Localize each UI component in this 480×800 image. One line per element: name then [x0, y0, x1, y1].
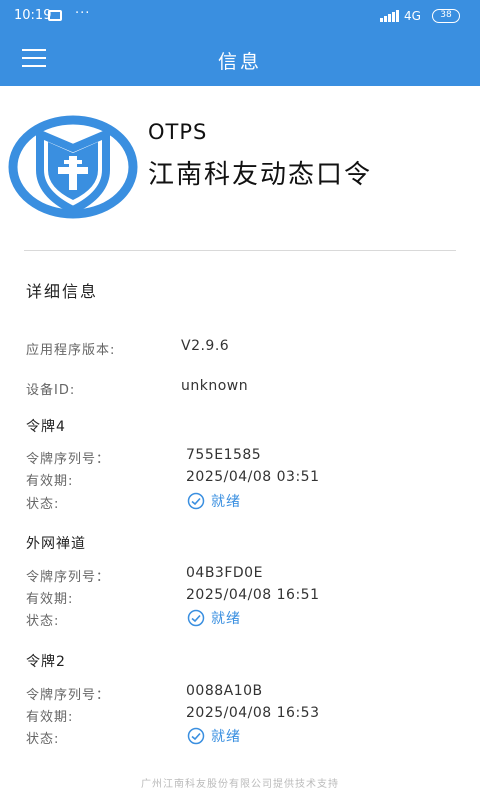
battery-icon: 38	[432, 9, 460, 23]
app-name: OTPS	[148, 120, 208, 144]
token-status-label: 状态:	[26, 497, 60, 512]
status-bar: 10:19 ··· 4G 38	[0, 0, 480, 34]
page-title: 信息	[217, 51, 262, 73]
check-circle-icon	[187, 727, 205, 745]
token-status: 就绪	[187, 726, 241, 746]
token-expiry-label: 有效期:	[26, 474, 74, 489]
token-status-value: 就绪	[211, 611, 241, 627]
app-subtitle: 江南科友动态口令	[148, 160, 373, 190]
check-circle-icon	[187, 609, 205, 627]
token-serial-value: 04B3FD0E	[186, 565, 263, 581]
token-expiry-value: 2025/04/08 16:51	[186, 587, 320, 603]
token-serial-label: 令牌序列号：	[26, 452, 111, 467]
token-name: 令牌4	[26, 419, 66, 435]
message-icon	[48, 10, 62, 21]
token-status-value: 就绪	[211, 494, 241, 510]
token-name: 令牌2	[26, 654, 66, 670]
token-serial-value: 0088A10B	[186, 683, 263, 699]
token-status: 就绪	[187, 491, 241, 511]
device-id-value: unknown	[181, 378, 249, 394]
status-dots: ···	[75, 6, 91, 21]
token-expiry-label: 有效期:	[26, 592, 74, 607]
token-status: 就绪	[187, 608, 241, 628]
token-expiry-value: 2025/04/08 03:51	[186, 469, 320, 485]
token-status-label: 状态:	[26, 614, 60, 629]
token-status-label: 状态:	[26, 732, 60, 747]
app-version-label: 应用程序版本:	[26, 343, 116, 358]
details-title: 详细信息	[26, 282, 99, 301]
app-version-value: V2.9.6	[181, 338, 230, 354]
token-expiry-label: 有效期:	[26, 710, 74, 725]
token-name: 外网禅道	[26, 536, 86, 552]
app-bar: 信息	[0, 34, 480, 86]
token-expiry-value: 2025/04/08 16:53	[186, 705, 320, 721]
status-time: 10:19	[14, 8, 52, 23]
check-circle-icon	[187, 492, 205, 510]
network-type: 4G	[404, 9, 421, 23]
shield-logo-icon	[8, 115, 138, 219]
token-serial-label: 令牌序列号：	[26, 688, 111, 703]
device-id-label: 设备ID:	[26, 383, 76, 398]
token-serial-label: 令牌序列号：	[26, 570, 111, 585]
token-status-value: 就绪	[211, 729, 241, 745]
divider	[24, 250, 456, 251]
footer-text: 广州江南科友股份有限公司提供技术支持	[141, 779, 339, 790]
token-serial-value: 755E1585	[186, 447, 262, 463]
signal-icon	[380, 10, 399, 22]
